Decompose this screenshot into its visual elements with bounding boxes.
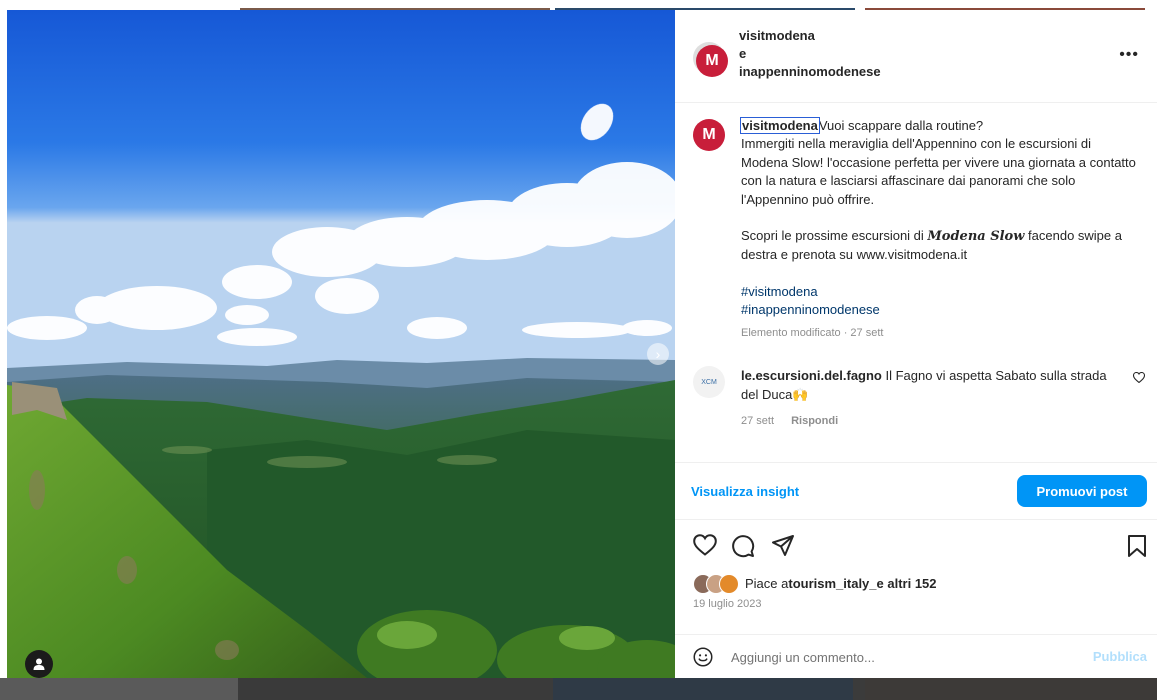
likes-prefix: Piace a <box>745 575 789 591</box>
author-username[interactable]: visitmodena <box>739 27 881 45</box>
post-date: 19 luglio 2023 <box>693 598 762 610</box>
bottom-grid-preview <box>0 678 1157 700</box>
heart-icon[interactable] <box>693 534 717 561</box>
likes-summary[interactable]: Piace a tourism_italy_ e altri 152 <box>693 574 937 594</box>
caption-text: visitmodenaVuoi scappare dalla routine? … <box>740 117 1141 342</box>
caption-brand: Modena Slow <box>927 229 1025 245</box>
liker-avatars <box>693 574 739 594</box>
more-options-icon[interactable]: ••• <box>1119 46 1139 64</box>
user-tag-icon <box>33 658 45 670</box>
comment-time: 27 sett <box>741 415 775 427</box>
next-image-button[interactable]: › <box>647 343 669 365</box>
comment-meta: 27 sett Rispondi <box>741 412 1111 431</box>
post-side-panel: M visitmodena e inappenninomodenese ••• … <box>675 10 1157 678</box>
action-bar <box>675 528 1157 568</box>
reply-button[interactable]: Rispondi <box>791 415 838 427</box>
likes-user[interactable]: tourism_italy_ <box>788 576 876 591</box>
caption-meta: Elemento modificato · 27 sett <box>741 326 884 339</box>
emoji-icon[interactable] <box>693 647 713 672</box>
post-author-names: visitmodena e inappenninomodenese <box>739 27 881 81</box>
avatar[interactable]: M <box>696 45 728 77</box>
comment-icon[interactable] <box>731 534 755 563</box>
caption-line3-before: Scopri le prossime escursioni di <box>741 228 928 244</box>
chevron-right-icon: › <box>655 346 661 362</box>
insights-bar: Visualizza insight Promuovi post <box>675 462 1157 520</box>
send-icon[interactable] <box>771 534 795 563</box>
comment-avatar[interactable]: XCM <box>693 366 725 398</box>
caption-line1: Vuoi scappare dalla routine? <box>818 118 984 133</box>
publish-button[interactable]: Pubblica <box>1093 649 1147 664</box>
comment-input[interactable] <box>729 644 1053 670</box>
landscape-image <box>7 10 675 678</box>
likes-suffix[interactable]: e altri 152 <box>877 576 937 591</box>
top-strip <box>0 0 1157 10</box>
comment-text: le.escursioni.del.fagno Il Fagno vi aspe… <box>741 366 1111 431</box>
comment-like-heart-icon[interactable] <box>1132 371 1146 386</box>
author-conjunction: e <box>739 46 747 61</box>
hashtag-visitmodena[interactable]: #visitmodena <box>741 283 1141 301</box>
hashtag-inappenninomodenese[interactable]: #inappenninomodenese <box>741 301 1141 319</box>
caption-username[interactable]: visitmodena <box>740 117 820 134</box>
caption-avatar[interactable]: M <box>693 119 725 151</box>
bookmark-icon[interactable] <box>1127 534 1147 563</box>
post-photo[interactable]: › <box>7 10 675 678</box>
view-insights-link[interactable]: Visualizza insight <box>691 484 799 499</box>
promote-post-button[interactable]: Promuovi post <box>1017 475 1147 507</box>
caption-line2: Immergiti nella meraviglia dell'Appennin… <box>741 136 1136 207</box>
post-header: M visitmodena e inappenninomodenese ••• <box>675 10 1157 103</box>
collaborator-username[interactable]: inappenninomodenese <box>739 63 881 81</box>
tagged-users-button[interactable] <box>25 650 53 678</box>
comment-username[interactable]: le.escursioni.del.fagno <box>741 368 882 383</box>
add-comment-bar: Pubblica <box>675 634 1157 679</box>
